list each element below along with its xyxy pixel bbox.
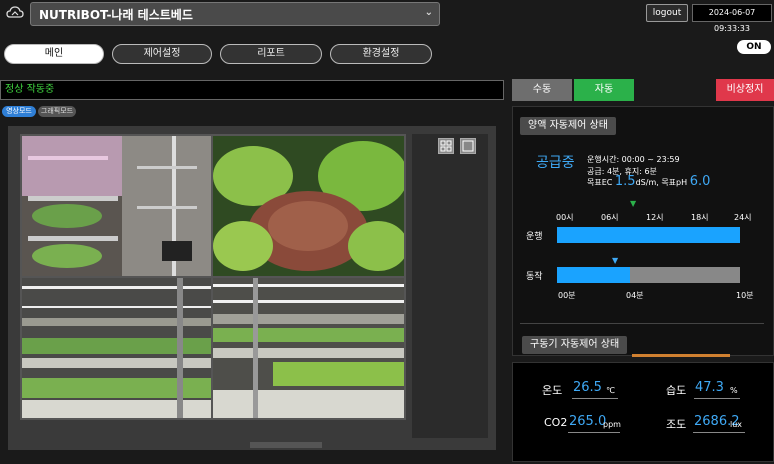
temp-underline	[572, 398, 618, 399]
co2-unit: ppm	[603, 420, 621, 429]
run-position-marker: ▼	[630, 199, 637, 208]
divider	[520, 323, 764, 324]
nutrient-panel-title: 양액 자동제어 상태	[520, 117, 616, 135]
humidity-label: 습도	[666, 384, 687, 397]
temp-value: 26.5	[573, 380, 602, 395]
illuminance-unit: lux	[730, 420, 743, 429]
ec-unit: dS/m, 목표pH	[635, 178, 690, 187]
temp-label: 온도	[542, 384, 563, 397]
camera-feed-3[interactable]	[22, 278, 211, 418]
emergency-stop-button[interactable]: 비상정지	[716, 79, 774, 101]
action-label: 동작	[526, 272, 543, 282]
run-bar	[557, 227, 740, 243]
chevron-down-icon: ⌄	[424, 7, 433, 18]
tab-env-settings[interactable]: 환경설정	[330, 44, 432, 64]
camera-feed-4[interactable]	[213, 278, 404, 418]
humidity-unit: %	[730, 386, 738, 395]
tab-control-settings[interactable]: 제어설정	[112, 44, 212, 64]
hour-tick-4: 24시	[734, 213, 752, 222]
site-select[interactable]: NUTRIBOT-나래 테스트베드 ⌄	[30, 2, 440, 26]
co2-underline	[568, 432, 620, 433]
min-tick-0: 00분	[558, 291, 576, 300]
action-position-marker: ▼	[612, 256, 619, 265]
ec-prefix: 목표EC	[587, 178, 615, 187]
ph-value: 6.0	[689, 174, 711, 189]
cloud-logo-icon	[6, 6, 24, 18]
action-bar-fill	[557, 267, 631, 283]
datetime-display: 2024-06-07 09:33:33	[692, 4, 772, 33]
tab-main[interactable]: 메인	[4, 44, 104, 64]
grid-view-icon[interactable]	[438, 138, 454, 154]
supply-state: 공급중	[536, 155, 575, 171]
manual-mode-button[interactable]: 수동	[512, 79, 572, 101]
co2-value: 265.0	[569, 414, 607, 429]
camera-stand	[250, 442, 322, 448]
auto-mode-button[interactable]: 자동	[574, 79, 634, 101]
camera-feed-2[interactable]	[213, 136, 404, 276]
illuminance-label: 조도	[666, 418, 687, 431]
action-bar	[557, 267, 740, 283]
logout-button[interactable]: logout	[646, 4, 688, 22]
sensor-panel	[512, 362, 774, 462]
min-tick-1: 04분	[626, 291, 644, 300]
run-bar-fill	[557, 227, 740, 243]
co2-label: CO2	[544, 416, 568, 429]
motor-status-bar	[632, 354, 730, 357]
humidity-value: 47.3	[695, 380, 724, 395]
hour-tick-3: 18시	[691, 213, 709, 222]
view-panel	[412, 134, 488, 438]
hour-tick-0: 00시	[556, 213, 574, 222]
min-tick-2: 10분	[736, 291, 754, 300]
hour-tick-2: 12시	[646, 213, 664, 222]
humidity-underline	[694, 398, 740, 399]
run-time-text: 운행시간: 00:00 ~ 23:59	[587, 155, 680, 164]
status-bar: 정상 작동중	[0, 80, 504, 100]
illuminance-underline	[693, 432, 745, 433]
temp-unit: ℃	[606, 386, 615, 395]
tab-report[interactable]: 리포트	[220, 44, 322, 64]
target-ec-ph: 목표EC 1.5dS/m, 목표pH 6.0	[587, 174, 710, 189]
hour-tick-1: 06시	[601, 213, 619, 222]
motor-panel-title: 구동기 자동제어 상태	[522, 336, 628, 354]
ec-value: 1.5	[614, 174, 636, 189]
site-select-value: NUTRIBOT-나래 테스트베드	[39, 8, 193, 22]
power-toggle[interactable]: ON	[737, 40, 771, 54]
video-mode-button[interactable]: 영상모드	[2, 106, 36, 117]
single-view-icon[interactable]	[460, 138, 476, 154]
graphic-mode-button[interactable]: 그래픽모드	[38, 106, 76, 117]
run-label: 운행	[526, 232, 543, 242]
camera-feed-1[interactable]	[22, 136, 211, 276]
